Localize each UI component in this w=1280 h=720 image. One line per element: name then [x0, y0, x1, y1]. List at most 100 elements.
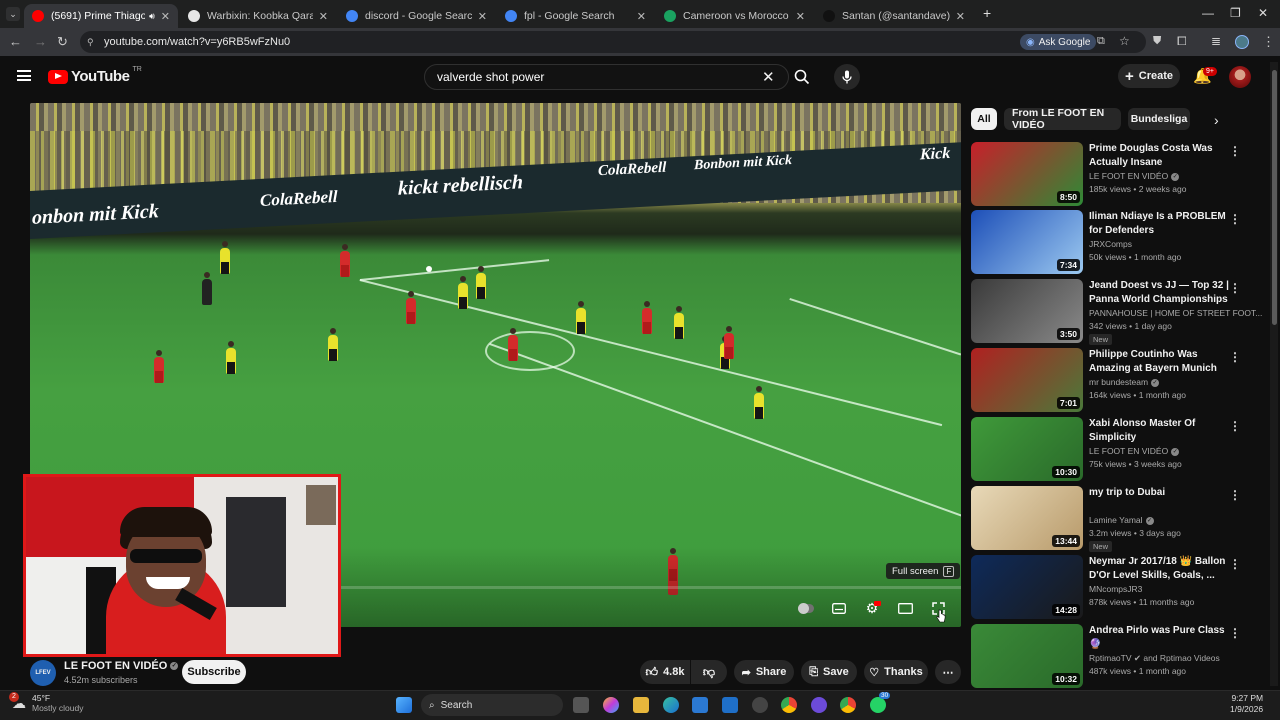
settings-button[interactable]: ⚙ [864, 600, 882, 616]
system-clock[interactable]: 9:27 PM 1/9/2026 [1230, 693, 1263, 715]
menu-icon[interactable] [17, 70, 31, 81]
recommended-video[interactable]: 7:01 Philippe Coutinho Was Amazing at Bay… [971, 348, 1261, 412]
search-input[interactable]: valverde shot power [424, 64, 789, 90]
like-button[interactable]: 👍︎ 4.8k [640, 660, 690, 684]
shield-icon[interactable]: ⛊ [1153, 35, 1161, 48]
voice-search-button[interactable] [834, 64, 860, 90]
video-thumbnail[interactable]: 10:32 [971, 624, 1083, 688]
chrome-profile-icon[interactable] [840, 697, 856, 713]
youtube-logo[interactable]: YouTube TR [48, 66, 142, 85]
tab-audio-icon[interactable]: 🔊︎ [149, 11, 155, 22]
whatsapp-icon[interactable]: 30 [870, 692, 891, 713]
recommended-video[interactable]: 13:44 my trip to Dubai Lamine Yamal ✓ 3.2m v… [971, 486, 1261, 552]
close-tab-icon[interactable]: ✕ [478, 10, 487, 23]
app-icon[interactable] [752, 697, 768, 713]
extensions-icon[interactable]: ⧠ [1177, 34, 1187, 49]
close-window-icon[interactable]: ✕ [1258, 6, 1268, 20]
more-vertical-icon[interactable]: ⋮ [1229, 488, 1241, 502]
video-channel[interactable]: mr bundesteam ✓ [1089, 377, 1160, 387]
browser-menu-icon[interactable]: ⋮ [1262, 34, 1275, 50]
thanks-button[interactable]: ♡ Thanks [864, 660, 928, 684]
recommended-video[interactable]: 7:34 Iliman Ndiaye Is a PROBLEM for Defen… [971, 210, 1261, 274]
video-channel[interactable]: Lamine Yamal ✓ [1089, 515, 1154, 525]
recommended-video[interactable]: 8:50 Prime Douglas Costa Was Actually Ins… [971, 142, 1261, 206]
new-tab-button[interactable]: + [983, 5, 991, 21]
weather-widget[interactable]: ☁ 2 45°F Mostly cloudy [9, 691, 84, 713]
store-icon[interactable] [692, 697, 708, 713]
chevron-right-icon[interactable]: › [1214, 112, 1219, 128]
video-channel[interactable]: RptimaoTV ✔ and Rptimao Videos [1089, 653, 1220, 664]
subtitles-button[interactable] [831, 601, 847, 615]
chip-from-channel[interactable]: From LE FOOT EN VIDÉO [1004, 107, 1121, 131]
tab-search-button[interactable]: ⌄ [6, 7, 20, 21]
taskbar-search[interactable]: ⌕ Search [421, 694, 563, 716]
video-thumbnail[interactable]: 7:01 [971, 348, 1083, 412]
video-thumbnail[interactable]: 7:34 [971, 210, 1083, 274]
subscribe-button[interactable]: Subscribe [182, 660, 246, 684]
more-vertical-icon[interactable]: ⋮ [1229, 419, 1241, 433]
create-button[interactable]: + Create [1118, 64, 1180, 88]
reload-icon[interactable]: ↻ [57, 34, 68, 50]
ask-google-button[interactable]: ◉ Ask Google [1020, 34, 1097, 50]
windows-start-icon[interactable] [396, 697, 412, 713]
video-thumbnail[interactable]: 3:50 [971, 279, 1083, 343]
app2-icon[interactable] [811, 697, 827, 713]
minimize-icon[interactable]: — [1202, 6, 1214, 20]
clear-search-icon[interactable]: ✕ [762, 68, 775, 86]
mail-icon[interactable] [722, 697, 738, 713]
recommended-video[interactable]: 14:28 Neymar Jr 2017/18 👑 Ballon D'Or Lev… [971, 555, 1261, 619]
install-icon[interactable]: ⧉ [1097, 35, 1105, 48]
url-bar[interactable]: ⚲ youtube.com/watch?v=y6RB5wFzNu0 [80, 31, 1146, 53]
theater-mode-button[interactable] [897, 601, 913, 615]
video-title[interactable]: Andrea Pirlo was Pure Class 🔮 [1089, 624, 1229, 651]
edge-icon[interactable] [663, 697, 679, 713]
more-vertical-icon[interactable]: ⋮ [1229, 557, 1241, 571]
video-title[interactable]: my trip to Dubai [1089, 486, 1229, 500]
close-tab-icon[interactable]: ✕ [637, 10, 646, 23]
video-thumbnail[interactable]: 13:44 [971, 486, 1083, 550]
forward-icon[interactable]: → [34, 34, 47, 49]
maximize-icon[interactable]: ❐ [1230, 6, 1241, 20]
more-vertical-icon[interactable]: ⋮ [1229, 350, 1241, 364]
video-thumbnail[interactable]: 14:28 [971, 555, 1083, 619]
autoplay-toggle[interactable] [797, 601, 814, 615]
close-tab-icon[interactable]: ✕ [319, 10, 328, 23]
copilot-icon[interactable] [603, 697, 619, 713]
dislike-button[interactable]: 👎︎ [691, 660, 727, 684]
more-actions-button[interactable]: ⋯ [935, 660, 961, 684]
browser-tab[interactable]: (5691) Prime Thiago Alcant🔊︎ ✕ [24, 4, 178, 28]
file-explorer-icon[interactable] [633, 697, 649, 713]
scrollbar-thumb[interactable] [1272, 70, 1277, 325]
chrome-icon[interactable] [781, 697, 797, 713]
chip-all[interactable]: All [971, 108, 997, 130]
more-vertical-icon[interactable]: ⋮ [1229, 144, 1241, 158]
channel-name[interactable]: LE FOOT EN VIDÉO ✓ [64, 660, 179, 672]
video-title[interactable]: Philippe Coutinho Was Amazing at Bayern … [1089, 348, 1229, 375]
back-icon[interactable]: ← [9, 34, 22, 49]
search-button[interactable] [786, 64, 818, 90]
share-button[interactable]: ➦ Share [734, 660, 794, 684]
video-title[interactable]: Xabi Alonso Master Of Simplicity [1089, 417, 1229, 444]
task-view-icon[interactable] [573, 697, 589, 713]
video-channel[interactable]: LE FOOT EN VIDÉO ✓ [1089, 446, 1180, 456]
browser-tab[interactable]: fpl - Google Search ✕ [497, 4, 654, 28]
more-vertical-icon[interactable]: ⋮ [1229, 626, 1241, 640]
browser-tab[interactable]: Santan (@santandave) Official ✕ [815, 4, 973, 28]
video-channel[interactable]: LE FOOT EN VIDÉO ✓ [1089, 171, 1180, 181]
video-thumbnail[interactable]: 10:30 [971, 417, 1083, 481]
channel-avatar[interactable]: LFEV [30, 660, 56, 686]
more-vertical-icon[interactable]: ⋮ [1229, 281, 1241, 295]
bookmark-star-icon[interactable]: ☆ [1119, 34, 1130, 48]
chip-bundesliga[interactable]: Bundesliga [1128, 108, 1190, 130]
account-avatar[interactable] [1229, 66, 1251, 88]
video-channel[interactable]: PANNAHOUSE | HOME OF STREET FOOT... [1089, 308, 1262, 318]
recommended-video[interactable]: 10:30 Xabi Alonso Master Of Simplicity LE … [971, 417, 1261, 481]
close-tab-icon[interactable]: ✕ [161, 10, 170, 23]
video-title[interactable]: Prime Douglas Costa Was Actually Insane [1089, 142, 1229, 169]
close-tab-icon[interactable]: ✕ [956, 10, 965, 23]
video-channel[interactable]: JRXComps [1089, 239, 1132, 249]
recommended-video[interactable]: 10:32 Andrea Pirlo was Pure Class 🔮 Rptima… [971, 624, 1261, 688]
site-info-icon[interactable]: ⚲ [87, 37, 94, 48]
media-controls-icon[interactable]: ≣ [1211, 34, 1221, 48]
save-button[interactable]: ⎘ Save [801, 660, 857, 684]
